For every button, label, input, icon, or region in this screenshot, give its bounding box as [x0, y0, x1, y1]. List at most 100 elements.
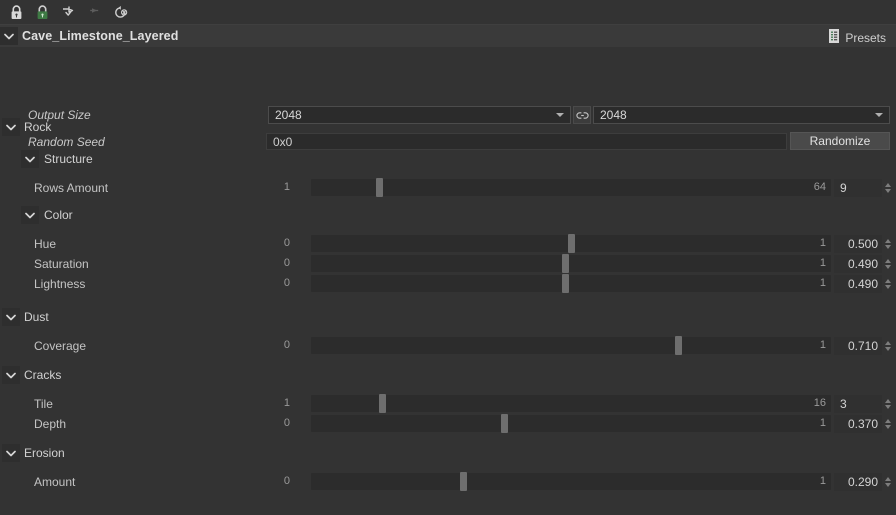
stepper-down-icon[interactable] — [885, 347, 891, 351]
slider-min-label: 0 — [283, 257, 290, 269]
slider-track[interactable] — [311, 234, 831, 253]
lock-icon[interactable] — [4, 1, 28, 23]
parameter-value-input[interactable]: 0.710 — [834, 337, 882, 355]
value-stepper[interactable] — [882, 179, 894, 197]
toolbar — [0, 0, 896, 24]
section-header-erosion[interactable]: Erosion — [0, 443, 896, 463]
parameter-value-input[interactable]: 0.490 — [834, 275, 882, 293]
stepper-up-icon[interactable] — [885, 341, 891, 345]
value-stepper[interactable] — [882, 337, 894, 355]
presets-label: Presets — [845, 30, 886, 45]
value-stepper[interactable] — [882, 415, 894, 433]
parameter-row: Depth 0 1 0.370 — [0, 414, 896, 434]
parameter-label: Amount — [34, 475, 76, 489]
parameter-value-input[interactable]: 0.370 — [834, 415, 882, 433]
stepper-up-icon[interactable] — [885, 399, 891, 403]
slider-max-label: 1 — [819, 277, 826, 289]
parameter-row: Saturation 0 1 0.490 — [0, 254, 896, 274]
value-stepper[interactable] — [882, 473, 894, 491]
stepper-up-icon[interactable] — [885, 279, 891, 283]
stepper-down-icon[interactable] — [885, 245, 891, 249]
stepper-up-icon[interactable] — [885, 419, 891, 423]
section-label: Erosion — [24, 446, 65, 460]
value-stepper[interactable] — [882, 275, 894, 293]
graph-title-row: Cave_Limestone_Layered Presets — [0, 24, 896, 47]
chevron-down-icon[interactable] — [2, 118, 20, 136]
parameter-value: 0.490 — [847, 257, 878, 271]
chevron-down-icon[interactable] — [2, 366, 20, 384]
chevron-down-icon[interactable] — [21, 150, 39, 168]
parameter-row: Amount 0 1 0.290 — [0, 472, 896, 492]
reset-history-icon[interactable] — [108, 1, 132, 23]
slider-handle[interactable] — [376, 178, 383, 197]
parameter-row: Coverage 0 1 0.710 — [0, 336, 896, 356]
parameter-row: Tile 1 16 3 — [0, 394, 896, 414]
document-list-icon — [829, 29, 841, 46]
slider-handle[interactable] — [675, 336, 682, 355]
lock-green-icon[interactable] — [30, 1, 54, 23]
section-header-structure[interactable]: Structure — [0, 149, 896, 169]
slider-min-label: 0 — [283, 237, 290, 249]
slider-track[interactable] — [311, 336, 831, 355]
parameter-value: 0.490 — [847, 277, 878, 291]
slider-handle[interactable] — [501, 414, 508, 433]
page-title: Cave_Limestone_Layered — [22, 29, 179, 43]
parameter-value-input[interactable]: 0.500 — [834, 235, 882, 253]
slider-max-label: 1 — [819, 417, 826, 429]
parameter-row: Rows Amount 1 64 9 — [0, 178, 896, 198]
slider-max-label: 64 — [813, 181, 826, 193]
slider-handle[interactable] — [568, 234, 575, 253]
stepper-down-icon[interactable] — [885, 265, 891, 269]
random-seed-label: Random Seed — [28, 135, 105, 149]
slider-handle[interactable] — [460, 472, 467, 491]
section-header-cracks[interactable]: Cracks — [0, 365, 896, 385]
slider-track[interactable] — [311, 472, 831, 491]
parameter-value-input[interactable]: 3 — [834, 395, 882, 413]
parameter-value-input[interactable]: 0.290 — [834, 473, 882, 491]
chevron-down-icon[interactable] — [2, 308, 20, 326]
presets-button[interactable]: Presets — [825, 27, 890, 48]
slider-track[interactable] — [311, 414, 831, 433]
section-label: Dust — [24, 310, 49, 324]
pin-icon[interactable] — [82, 1, 106, 23]
section-header-rock[interactable]: Rock — [0, 117, 896, 137]
chevron-down-icon[interactable] — [2, 444, 20, 462]
parameter-value-input[interactable]: 0.490 — [834, 255, 882, 273]
slider-track[interactable] — [311, 274, 831, 293]
slider-track[interactable] — [311, 394, 831, 413]
parameter-label: Tile — [34, 397, 53, 411]
section-header-color[interactable]: Color — [0, 205, 896, 225]
slider-handle[interactable] — [379, 394, 386, 413]
parameter-value-input[interactable]: 9 — [834, 179, 882, 197]
stepper-up-icon[interactable] — [885, 183, 891, 187]
slider-handle[interactable] — [562, 254, 569, 273]
section-label: Rock — [24, 120, 52, 134]
stepper-up-icon[interactable] — [885, 259, 891, 263]
slider-track[interactable] — [311, 178, 831, 197]
parameter-label: Lightness — [34, 277, 86, 291]
value-stepper[interactable] — [882, 255, 894, 273]
stepper-up-icon[interactable] — [885, 477, 891, 481]
parameter-label: Hue — [34, 237, 57, 251]
stepper-down-icon[interactable] — [885, 483, 891, 487]
slider-track[interactable] — [311, 254, 831, 273]
value-stepper[interactable] — [882, 235, 894, 253]
chevron-down-icon[interactable] — [21, 206, 39, 224]
stepper-down-icon[interactable] — [885, 189, 891, 193]
slider-max-label: 1 — [819, 237, 826, 249]
slider-max-label: 16 — [813, 397, 826, 409]
parameter-label: Rows Amount — [34, 181, 109, 195]
chevron-down-icon[interactable] — [0, 27, 18, 45]
stepper-down-icon[interactable] — [885, 405, 891, 409]
stepper-up-icon[interactable] — [885, 239, 891, 243]
slider-handle[interactable] — [562, 274, 569, 293]
slider-max-label: 1 — [819, 257, 826, 269]
pin-add-icon[interactable] — [56, 1, 80, 23]
stepper-down-icon[interactable] — [885, 425, 891, 429]
value-stepper[interactable] — [882, 395, 894, 413]
section-header-dust[interactable]: Dust — [0, 307, 896, 327]
slider-min-label: 0 — [283, 417, 290, 429]
parameter-value: 0.710 — [847, 339, 878, 353]
stepper-down-icon[interactable] — [885, 285, 891, 289]
slider-min-label: 1 — [283, 181, 290, 193]
